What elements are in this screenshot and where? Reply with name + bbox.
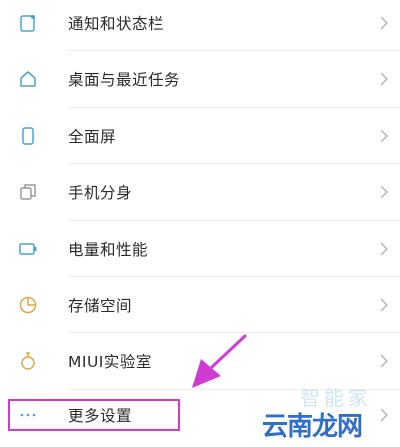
settings-item-battery[interactable]: 电量和性能 xyxy=(0,221,400,277)
notification-icon xyxy=(18,13,38,33)
chevron-right-icon xyxy=(380,354,388,368)
watermark-bottom: 云南龙网 xyxy=(262,412,363,442)
battery-icon xyxy=(18,239,38,259)
settings-item-label: MIUI实验室 xyxy=(68,353,152,371)
settings-item-label: 通知和状态栏 xyxy=(68,15,165,33)
settings-item-label: 手机分身 xyxy=(68,184,133,202)
settings-item-label: 电量和性能 xyxy=(68,241,149,259)
highlight-box xyxy=(8,399,180,431)
settings-item-label: 全面屏 xyxy=(68,128,117,146)
dual-copy-icon xyxy=(18,182,38,202)
settings-item-label: 桌面与最近任务 xyxy=(68,71,181,89)
chevron-right-icon xyxy=(380,242,388,256)
home-icon xyxy=(18,69,38,89)
flask-icon xyxy=(18,351,38,371)
settings-item-home-screen[interactable]: 桌面与最近任务 xyxy=(0,51,400,107)
settings-item-second-space[interactable]: 手机分身 xyxy=(0,164,400,220)
settings-item-miui-lab[interactable]: MIUI实验室 xyxy=(0,333,400,389)
chevron-right-icon xyxy=(380,408,388,422)
settings-item-full-screen[interactable]: 全面屏 xyxy=(0,108,400,164)
chevron-right-icon xyxy=(380,72,388,86)
phone-screen-icon xyxy=(18,126,38,146)
settings-item-storage[interactable]: 存储空间 xyxy=(0,277,400,333)
chevron-right-icon xyxy=(380,16,388,30)
settings-item-notifications[interactable]: 通知和状态栏 xyxy=(0,0,400,51)
chevron-right-icon xyxy=(380,185,388,199)
settings-item-label: 存储空间 xyxy=(68,297,133,315)
chevron-right-icon xyxy=(380,129,388,143)
storage-pie-icon xyxy=(18,295,38,315)
chevron-right-icon xyxy=(380,298,388,312)
